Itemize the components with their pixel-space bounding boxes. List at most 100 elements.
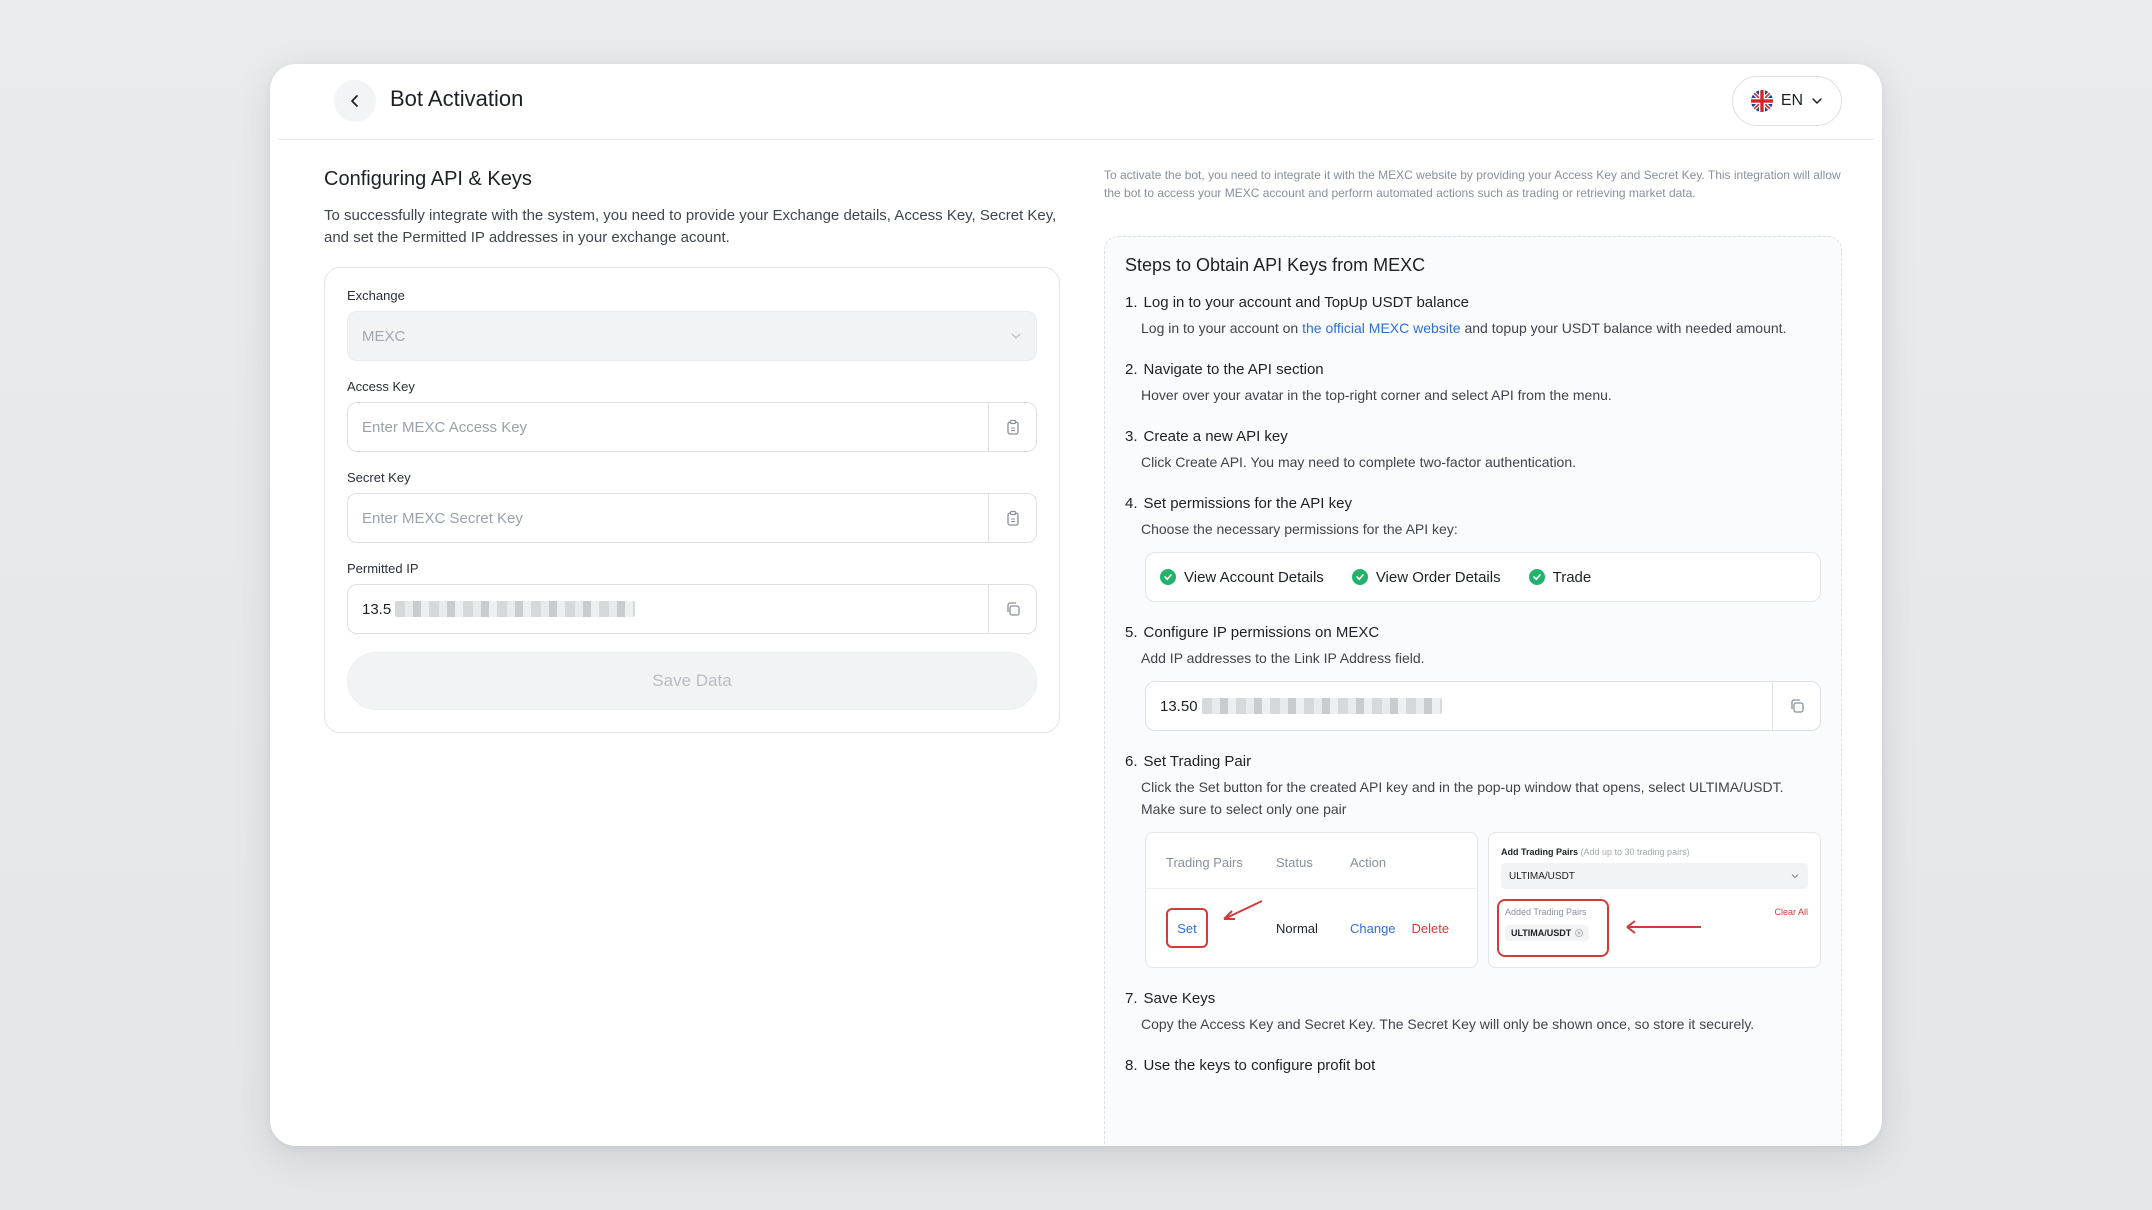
step-text: and topup your USDT balance with needed …: [1460, 320, 1787, 336]
exchange-select[interactable]: MEXC: [347, 311, 1037, 361]
page-title: Bot Activation: [390, 86, 524, 111]
copy-ip-button[interactable]: [1772, 682, 1820, 730]
step-text: Click Create API. You may need to comple…: [1141, 454, 1577, 470]
permission-item: View Account Details: [1160, 569, 1324, 586]
exchange-field: Exchange MEXC: [347, 288, 1037, 361]
step-text: Click the Set button for the created API…: [1141, 779, 1784, 817]
access-key-label: Access Key: [347, 379, 415, 394]
uk-flag-icon: [1750, 90, 1773, 112]
step-title: Set Trading Pair: [1143, 753, 1252, 770]
clear-all-link-example: Clear All: [1774, 907, 1808, 917]
api-key-table-example: Trading Pairs Status Action Set Normal C…: [1145, 832, 1478, 968]
step-number: 6.: [1125, 753, 1138, 770]
step-title: Create a new API key: [1143, 428, 1288, 445]
add-pairs-hint: (Add up to 30 trading pairs): [1580, 847, 1690, 857]
step-7: 7. Save Keys Copy the Access Key and Secr…: [1125, 990, 1821, 1035]
copy-icon: [1790, 699, 1804, 713]
table-row: Set Normal Change Delete: [1146, 889, 1477, 967]
access-key-paste-button[interactable]: [988, 403, 1036, 451]
copy-ip-button[interactable]: [988, 585, 1036, 633]
column-header: Status: [1276, 855, 1313, 870]
secret-key-input[interactable]: Enter MEXC Secret Key: [348, 494, 988, 542]
step-text: Choose the necessary permissions for the…: [1141, 521, 1458, 537]
step-number: 1.: [1125, 294, 1138, 311]
language-selector[interactable]: EN: [1732, 76, 1842, 126]
set-button-example: Set: [1166, 908, 1208, 948]
step-5: 5. Configure IP permissions on MEXC Add I…: [1125, 624, 1821, 731]
step-number: 7.: [1125, 990, 1138, 1007]
step-2: 2. Navigate to the API section Hover over…: [1125, 361, 1821, 406]
permission-label: View Account Details: [1184, 568, 1324, 586]
config-section: Configuring API & Keys To successfully i…: [324, 168, 1060, 733]
permission-label: Trade: [1552, 568, 1592, 586]
permissions-list: View Account Details View Order Details …: [1145, 552, 1821, 602]
step-1: 1. Log in to your account and TopUp USDT …: [1125, 294, 1821, 339]
access-key-input[interactable]: Enter MEXC Access Key: [348, 403, 988, 451]
app-window: Bot Activation EN Configuring API & Keys…: [270, 64, 1882, 1146]
change-link-example: Change: [1350, 920, 1396, 936]
steps-title: Steps to Obtain API Keys from MEXC: [1125, 255, 1426, 275]
redacted-ip: [395, 601, 636, 617]
pair-select-example: ULTIMA/USDT: [1500, 863, 1808, 889]
section-description: To successfully integrate with the syste…: [324, 207, 1057, 246]
secret-key-paste-button[interactable]: [988, 494, 1036, 542]
steps-card: Steps to Obtain API Keys from MEXC 1. Log…: [1104, 236, 1842, 1146]
step-number: 5.: [1125, 624, 1138, 641]
add-pairs-popup-example: Add Trading Pairs (Add up to 30 trading …: [1487, 832, 1821, 968]
permitted-ip-input[interactable]: 13.5: [348, 585, 988, 633]
arrow-icon: [1626, 920, 1701, 934]
column-header: Action: [1350, 855, 1387, 870]
column-header: Trading Pairs: [1166, 855, 1243, 870]
back-button[interactable]: [334, 80, 376, 122]
instructions-section: To activate the bot, you need to integra…: [1104, 166, 1844, 202]
permission-label: View Order Details: [1375, 568, 1501, 586]
step-text: Log in to your account on: [1141, 320, 1303, 336]
step-text: Add IP addresses to the Link IP Address …: [1141, 650, 1425, 666]
language-label: EN: [1780, 92, 1804, 109]
step-title: Save Keys: [1143, 990, 1216, 1007]
check-circle-icon: [1351, 569, 1368, 585]
added-pairs-label: Added Trading Pairs: [1504, 907, 1587, 917]
permission-item: Trade: [1528, 568, 1592, 586]
step-3: 3. Create a new API key Click Create API.…: [1125, 428, 1821, 473]
step-4: 4. Set permissions for the API key Choose…: [1125, 495, 1821, 602]
header: Bot Activation EN: [278, 64, 1874, 140]
step-number: 2.: [1125, 361, 1138, 378]
permission-item: View Order Details: [1351, 568, 1501, 586]
step-title: Navigate to the API section: [1143, 361, 1324, 378]
step-title: Set permissions for the API key: [1143, 495, 1352, 512]
api-form: Exchange MEXC Access Key Enter MEXC Acce…: [324, 267, 1060, 733]
check-circle-icon: [1160, 569, 1176, 585]
status-cell: Normal: [1276, 920, 1318, 936]
pair-chip-label: ULTIMA/USDT: [1510, 928, 1572, 938]
step-number: 8.: [1125, 1057, 1138, 1074]
ip-value-field[interactable]: 13.50: [1146, 682, 1772, 730]
chevron-down-icon: [1011, 333, 1021, 339]
pair-chip: ULTIMA/USDT: [1504, 925, 1590, 941]
save-button[interactable]: Save Data: [347, 652, 1037, 710]
ip-display: 13.50: [1145, 681, 1821, 731]
arrow-icon: [1223, 900, 1263, 920]
step-6: 6. Set Trading Pair Click the Set button …: [1125, 753, 1821, 968]
trading-pair-illustration: Trading Pairs Status Action Set Normal C…: [1145, 832, 1821, 968]
selected-pair: ULTIMA/USDT: [1508, 870, 1575, 882]
clipboard-icon: [1006, 419, 1019, 435]
add-pairs-label: Add Trading Pairs (Add up to 30 trading …: [1500, 847, 1690, 857]
close-icon: [1575, 929, 1584, 937]
mexc-website-link[interactable]: the official MEXC website: [1302, 320, 1460, 336]
clipboard-icon: [1006, 510, 1019, 526]
permitted-ip-label: Permitted IP: [347, 561, 419, 576]
step-text: Copy the Access Key and Secret Key. The …: [1141, 1016, 1755, 1032]
secret-key-field: Secret Key Enter MEXC Secret Key: [347, 470, 1037, 543]
exchange-label: Exchange: [347, 288, 405, 303]
step-text: Hover over your avatar in the top-right …: [1141, 387, 1612, 403]
intro-text: To activate the bot, you need to integra…: [1104, 168, 1841, 200]
chevron-down-icon: [1812, 98, 1822, 105]
step-title: Configure IP permissions on MEXC: [1143, 624, 1380, 641]
check-circle-icon: [1528, 569, 1545, 585]
secret-key-label: Secret Key: [347, 470, 411, 485]
step-number: 3.: [1125, 428, 1138, 445]
ip-value: 13.50: [1160, 697, 1198, 715]
added-pairs-box: Added Trading Pairs ULTIMA/USDT: [1496, 899, 1609, 957]
copy-icon: [1006, 602, 1020, 616]
